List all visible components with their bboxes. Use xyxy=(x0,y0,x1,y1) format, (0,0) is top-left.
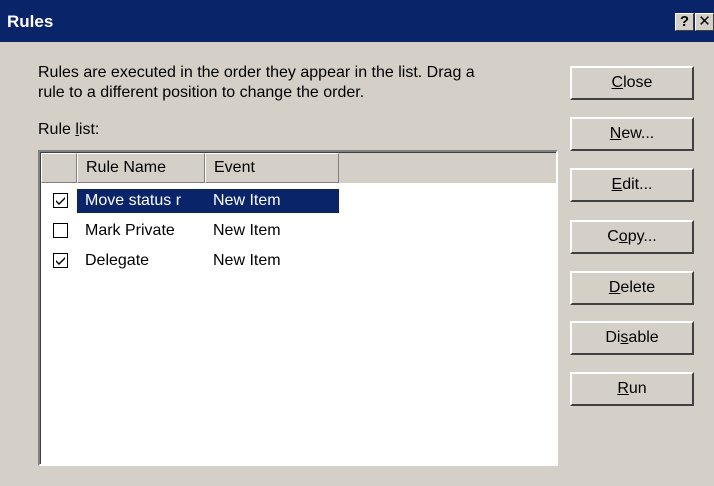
disable-button[interactable]: Disable xyxy=(570,321,694,355)
rule-event-cell: New Item xyxy=(213,192,281,209)
run-button[interactable]: Run xyxy=(570,372,694,406)
rule-list-header: Rule Name Event xyxy=(41,153,556,183)
rule-list[interactable]: Rule Name Event Move status r New Item M… xyxy=(38,150,558,466)
copy-button-prefix: C xyxy=(607,228,619,245)
copy-button[interactable]: Copy... xyxy=(570,220,694,254)
checkmark-icon xyxy=(56,257,65,265)
new-button-mnemonic: N xyxy=(609,125,622,142)
rules-dialog: Rules ? ✕ Rules are executed in the orde… xyxy=(0,0,714,486)
column-header-event[interactable]: Event xyxy=(205,153,339,183)
window-title: Rules xyxy=(7,12,54,31)
description-text: Rules are executed in the order they app… xyxy=(38,64,475,101)
edit-button-label: dit... xyxy=(622,176,653,193)
column-header-enabled[interactable] xyxy=(41,153,77,183)
rule-name-cell: Delegate xyxy=(85,252,150,269)
rule-row-delegate[interactable]: Delegate New Item xyxy=(41,249,556,273)
run-button-label: un xyxy=(628,380,647,397)
rule-event-cell: New Item xyxy=(213,252,281,269)
rule-list-label: Rule list: xyxy=(38,121,99,139)
delete-button-label: elete xyxy=(620,279,656,296)
title-close-button[interactable]: ✕ xyxy=(695,13,714,31)
copy-button-label: py... xyxy=(627,228,657,245)
new-button[interactable]: New... xyxy=(570,117,694,151)
close-button[interactable]: Close xyxy=(570,66,694,100)
rule-list-body: Rule Name Event Move status r New Item M… xyxy=(40,152,556,464)
new-button-label: ew... xyxy=(621,125,655,142)
delete-button[interactable]: Delete xyxy=(570,271,694,305)
rule-row-mark-private[interactable]: Mark Private New Item xyxy=(41,219,556,243)
rule-event-cell: New Item xyxy=(213,222,281,239)
close-button-mnemonic: C xyxy=(611,74,624,91)
column-header-rule-name[interactable]: Rule Name xyxy=(77,153,205,183)
disable-button-label: able xyxy=(628,329,659,346)
disable-button-prefix: Di xyxy=(605,329,621,346)
rule-name-cell: Move status r xyxy=(85,192,182,209)
rule-name-cell: Mark Private xyxy=(85,222,175,239)
copy-button-mnemonic: o xyxy=(618,228,628,245)
edit-button[interactable]: Edit... xyxy=(570,168,694,202)
rule-enabled-checkbox[interactable] xyxy=(53,193,68,208)
run-button-mnemonic: R xyxy=(617,380,629,397)
rule-list-label-before: Rule xyxy=(38,121,76,138)
delete-button-mnemonic: D xyxy=(608,279,621,296)
rule-row-move-status[interactable]: Move status r New Item xyxy=(41,188,556,214)
help-icon: ? xyxy=(679,13,690,30)
close-icon: ✕ xyxy=(698,13,711,30)
help-button[interactable]: ? xyxy=(675,13,694,31)
title-bar[interactable]: Rules ? ✕ xyxy=(0,0,714,42)
rule-enabled-checkbox[interactable] xyxy=(53,223,68,238)
rule-enabled-checkbox[interactable] xyxy=(53,253,68,268)
edit-button-mnemonic: E xyxy=(611,176,623,193)
close-button-label: lose xyxy=(623,74,653,91)
rule-list-label-after: ist: xyxy=(78,121,100,138)
checkmark-icon xyxy=(56,197,65,205)
